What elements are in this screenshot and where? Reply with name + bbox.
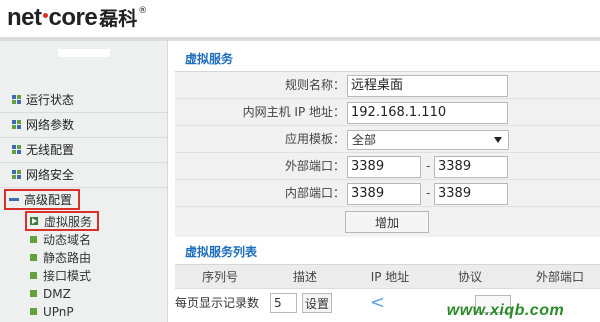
divider — [0, 187, 168, 188]
bullet-icon — [30, 308, 37, 315]
header: net core 磊科 ® — [0, 0, 600, 37]
dropdown-arrow-icon — [494, 137, 502, 143]
section-title: 虚拟服务列表 — [175, 238, 600, 265]
bullet-icon — [30, 272, 37, 279]
netcore-logo: net core 磊科 ® — [7, 4, 147, 32]
sidebar-item-label: 网络安全 — [26, 168, 75, 182]
column-header: 描述 — [292, 270, 317, 284]
form-row-host-ip: 内网主机 IP 地址： 192.168.1.110 — [175, 99, 600, 126]
form-row-internal-port: 内部端口： 3389 - 3389 — [175, 180, 600, 207]
sidebar: 运行状态 网络参数 无线配置 网络安全 高级配置 虚拟服务 动态域名 静态路由 … — [0, 41, 168, 322]
grid-icon — [12, 144, 22, 155]
sub-item-upnp[interactable]: UPnP — [30, 303, 74, 320]
sidebar-item-advanced[interactable]: 高级配置 — [4, 189, 80, 210]
template-label: 应用模板： — [284, 132, 345, 146]
range-separator: - — [426, 159, 431, 173]
per-page-label: 每页显示记录数 — [175, 296, 260, 310]
sidebar-top-blank — [58, 49, 110, 57]
bullet-icon — [30, 290, 37, 297]
column-header: 序列号 — [201, 270, 238, 284]
section-title: 虚拟服务 — [175, 45, 600, 72]
sub-item-label: DMZ — [43, 286, 71, 301]
prev-page-arrow-icon[interactable]: < — [370, 292, 385, 314]
sidebar-item-label: 运行状态 — [26, 93, 75, 107]
collapse-icon — [9, 198, 19, 201]
sub-item-static-route[interactable]: 静态路由 — [30, 249, 91, 266]
per-page-input[interactable]: 5 — [270, 293, 297, 313]
column-header: 协议 — [457, 270, 482, 284]
set-button[interactable]: 设置 — [302, 293, 332, 313]
grid-icon — [12, 169, 22, 180]
sub-item-virtual-service[interactable]: 虚拟服务 — [25, 211, 99, 231]
internal-port-end-input[interactable]: 3389 — [434, 183, 508, 205]
host-ip-input[interactable]: 192.168.1.110 — [347, 102, 508, 124]
internal-port-label: 内部端口： — [284, 186, 345, 200]
sidebar-item-wireless[interactable]: 无线配置 — [0, 137, 168, 162]
logo-text-net: net — [7, 4, 42, 31]
external-port-end-input[interactable]: 3389 — [434, 156, 508, 178]
column-header: IP 地址 — [370, 270, 410, 284]
logo-text-cn: 磊科 — [99, 8, 138, 30]
template-select[interactable]: 全部 — [347, 130, 509, 150]
sidebar-item-network[interactable]: 网络参数 — [0, 112, 168, 137]
internal-port-start-input[interactable]: 3389 — [347, 183, 421, 205]
column-header: 外部端口 — [535, 270, 584, 284]
add-button[interactable]: 增加 — [345, 211, 429, 233]
logo-text-core: core — [48, 4, 98, 31]
external-port-start-input[interactable]: 3389 — [347, 156, 421, 178]
range-separator: - — [426, 186, 431, 200]
grid-icon — [12, 119, 22, 130]
rule-name-input[interactable]: 远程桌面 — [347, 75, 508, 97]
sub-item-ddns[interactable]: 动态域名 — [30, 231, 91, 248]
bullet-icon — [30, 254, 37, 261]
button-row: 增加 — [175, 207, 600, 237]
grid-icon — [12, 94, 22, 105]
sidebar-item-label: 无线配置 — [26, 143, 75, 157]
sidebar-item-security[interactable]: 网络安全 — [0, 162, 168, 187]
sidebar-item-status[interactable]: 运行状态 — [0, 87, 168, 112]
bullet-icon — [30, 236, 37, 243]
sub-item-label: UPnP — [43, 304, 74, 319]
sidebar-item-label: 高级配置 — [24, 193, 73, 207]
sub-item-label: 动态域名 — [43, 233, 92, 247]
sidebar-item-label: 网络参数 — [26, 118, 75, 132]
main-content: 虚拟服务 规则名称： 远程桌面 内网主机 IP 地址： 192.168.1.11… — [175, 41, 600, 322]
form-row-template: 应用模板： 全部 — [175, 126, 600, 153]
rule-name-label: 规则名称： — [284, 78, 345, 92]
sub-item-label: 静态路由 — [43, 251, 92, 265]
registered-mark: ® — [138, 6, 148, 16]
sub-item-interface-mode[interactable]: 接口模式 — [30, 267, 91, 284]
sub-item-label: 虚拟服务 — [44, 214, 93, 229]
host-ip-label: 内网主机 IP 地址： — [242, 105, 345, 119]
form-row-external-port: 外部端口： 3389 - 3389 — [175, 153, 600, 180]
template-selected-value: 全部 — [352, 133, 377, 147]
table-header: 序列号 描述 IP 地址 协议 外部端口 — [175, 265, 600, 289]
watermark: www.xiqb.com — [446, 302, 565, 319]
form-row-rule-name: 规则名称： 远程桌面 — [175, 72, 600, 99]
logo-dot — [42, 13, 48, 18]
arrow-right-icon — [30, 217, 38, 225]
external-port-label: 外部端口： — [284, 159, 345, 173]
sub-item-dmz[interactable]: DMZ — [30, 285, 71, 302]
sub-item-label: 接口模式 — [43, 269, 92, 283]
